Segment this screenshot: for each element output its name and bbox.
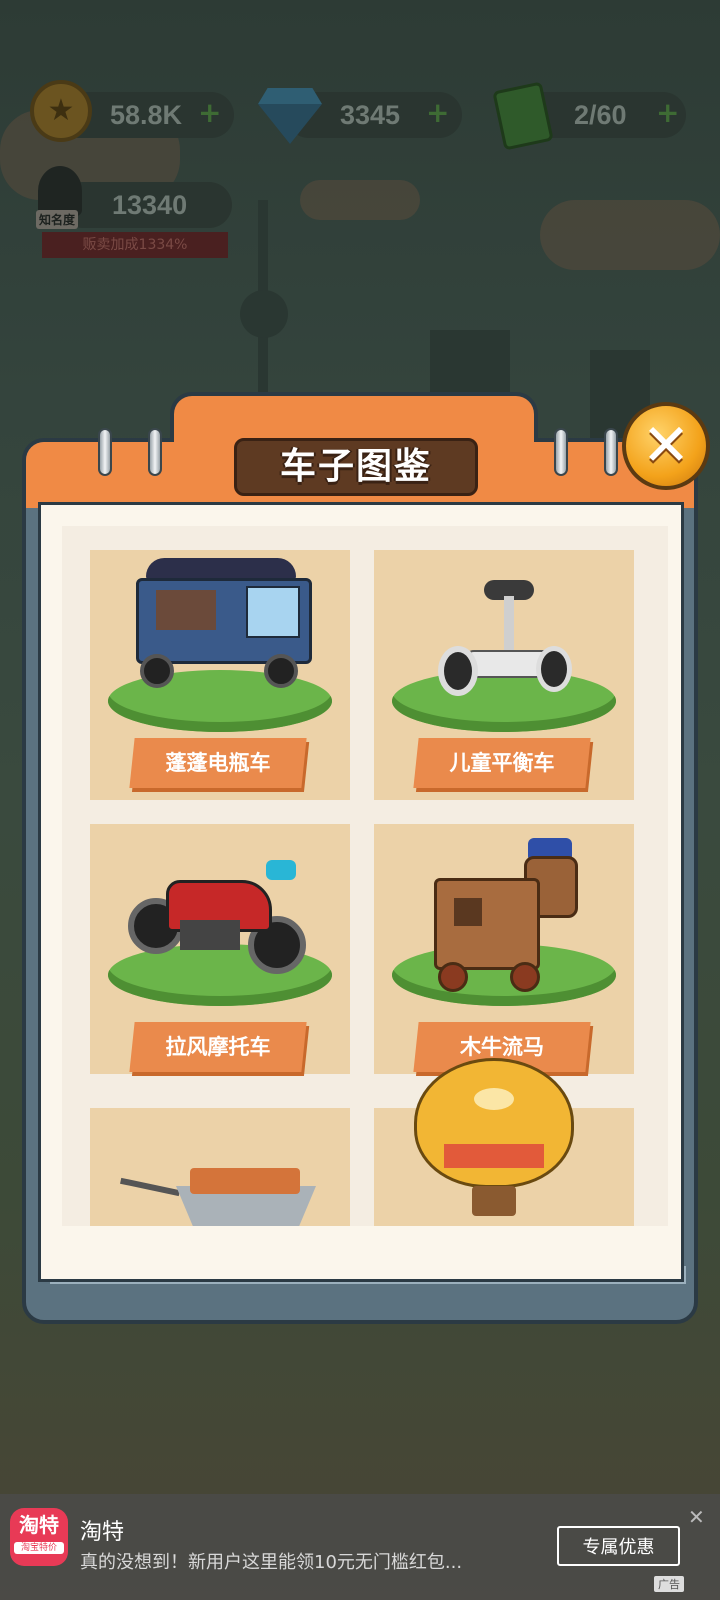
bear-balloon-icon [404,1058,584,1226]
ad-title: 淘特 [80,1520,125,1545]
tuk-tuk-icon [126,558,316,698]
coin-icon: ★ [30,80,92,142]
binder-ring [98,428,112,476]
ad-close-icon[interactable]: ✕ [688,1505,705,1529]
gem-icon-bottom [258,104,322,144]
binder-ring [148,428,162,476]
vehicle-card[interactable] [374,1058,634,1226]
cloud [540,200,720,270]
ad-logo-text: 淘特 [19,1513,59,1537]
add-gems-icon[interactable]: + [426,96,449,129]
vehicle-card[interactable]: 拉风摩托车 [90,824,350,1074]
avatar [38,166,82,216]
energy-value: 2/60 [574,100,627,130]
ad-tag: 广告 [654,1576,684,1592]
vehicle-card[interactable]: 蓬蓬电瓶车 [90,550,350,800]
binder-ring [554,428,568,476]
ad-cta-button[interactable]: 专属优惠 [557,1526,680,1566]
vehicle-name: 蓬蓬电瓶车 [165,751,271,775]
cloud [300,180,420,220]
add-coins-icon[interactable]: + [198,96,221,129]
ad-logo-subtext: 淘宝特价 [14,1542,64,1554]
vehicle-card[interactable] [90,1108,350,1226]
balance-scooter-icon [434,580,574,710]
vehicle-card[interactable]: 木牛流马 [374,824,634,1074]
coin-value: 58.8K [110,100,183,130]
gem-value: 3345 [340,100,401,130]
wheelbarrow-icon [120,1162,320,1226]
fame-bonus: 贩卖加成1334% [42,232,228,258]
fame-value: 13340 [112,190,188,220]
add-energy-icon[interactable]: + [656,96,679,129]
vehicle-list[interactable]: 蓬蓬电瓶车 儿童平衡车 拉风摩托车 木牛流马 [62,526,668,1226]
close-icon[interactable]: ✕ [622,402,710,490]
vehicle-card[interactable]: 儿童平衡车 [374,550,634,800]
wooden-horse-icon [424,838,604,998]
fame-label: 知名度 [36,210,79,229]
dialog-title: 车子图鉴 [279,446,432,487]
ad-logo[interactable]: 淘特 淘宝特价 [10,1508,68,1566]
binder-ring [604,428,618,476]
gem-icon [258,88,322,104]
tower-ball [240,290,288,338]
vehicle-name: 儿童平衡车 [449,751,555,775]
vehicle-name: 拉风摩托车 [165,1035,271,1059]
motorcycle-icon [126,840,316,990]
ad-description: 真的没想到！新用户这里能领10元无门槛红包... [80,1552,463,1573]
